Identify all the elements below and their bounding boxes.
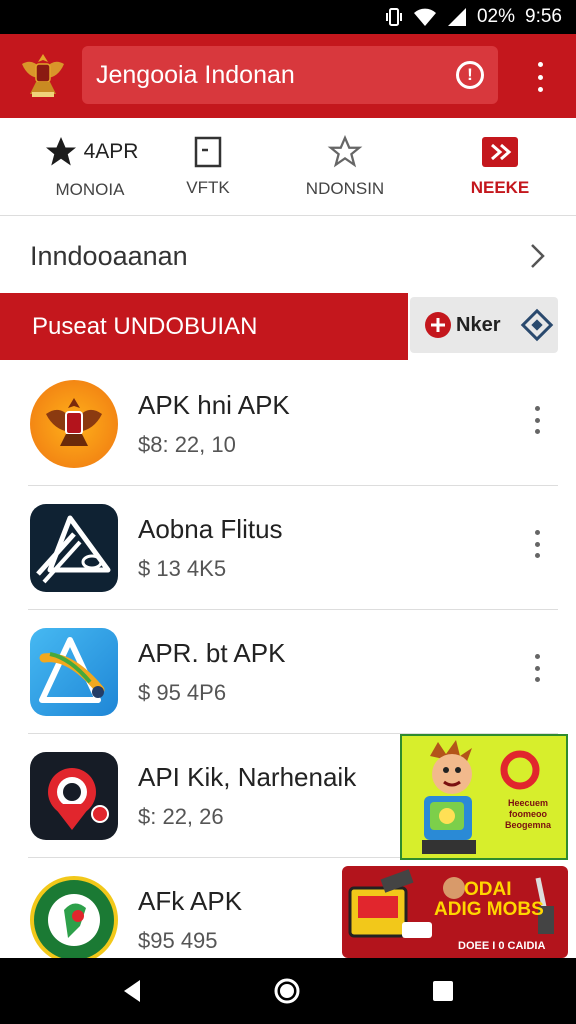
tab-extra-label: 4APR (83, 140, 139, 163)
app-bar: Jengooia Indonan ! (0, 34, 576, 118)
chevron-right-icon (531, 244, 545, 268)
star-filled-icon (45, 137, 76, 166)
triangle-app-icon (30, 504, 118, 592)
tab-label: MONOIA (55, 180, 125, 199)
search-box[interactable]: Jengooia Indonan ! (82, 46, 498, 104)
tab-label: VFTK (186, 178, 230, 197)
location-pin-app-icon (30, 752, 118, 840)
ad-title-line: ODAI (464, 879, 512, 900)
system-nav-bar (0, 958, 576, 1024)
more-vert-icon[interactable] (532, 530, 542, 558)
compass-app-icon (30, 628, 118, 716)
home-icon[interactable] (272, 976, 302, 1006)
ad-banner-mods[interactable]: ODAI ADIG MOBS DOEE I 0 CAIDIA (342, 866, 568, 958)
plus-circle-icon (425, 312, 451, 338)
battery-percent: 02% (476, 6, 516, 27)
app-price: $95 495 (138, 928, 218, 953)
list-item[interactable]: APK hni APK $8: 22, 10 (0, 362, 576, 486)
tab-neeke[interactable]: NEEKE (440, 118, 560, 216)
tab-ndonsin[interactable]: NDONSIN (286, 118, 404, 216)
bookmark-box-icon (194, 136, 222, 168)
status-bar: 02% 9:56 (0, 0, 576, 34)
app-title: APR. bt APK (138, 638, 286, 668)
emblem-logo[interactable] (18, 48, 68, 100)
app-price: $ 13 4K5 (138, 556, 227, 581)
search-text: Jengooia Indonan (96, 60, 295, 89)
clock: 9:56 (525, 6, 562, 27)
app-price: $8: 22, 10 (138, 432, 236, 457)
more-vert-icon[interactable] (532, 406, 542, 434)
star-outline-icon (327, 135, 363, 168)
more-vert-icon[interactable] (532, 654, 542, 682)
vibrate-icon (385, 7, 403, 27)
section-banner: Puseat UNDOBUIAN (0, 293, 408, 360)
wifi-icon (413, 7, 437, 27)
ad-text: Heecuem foomeoo Beogemna (504, 798, 551, 830)
app-title: APK hni APK (138, 390, 290, 420)
tab-vftk[interactable]: VFTK (150, 118, 266, 216)
ad-footer: DOEE I 0 CAIDIA (458, 940, 546, 952)
banner-side-button[interactable]: Nker (410, 297, 558, 353)
app-title: API Kik, Narhenaik (138, 762, 357, 792)
list-item[interactable]: APR. bt APK $ 95 4P6 (0, 610, 576, 734)
back-icon[interactable] (118, 976, 148, 1006)
tab-label: NEEKE (470, 178, 530, 197)
app-title: AFk APK (138, 886, 243, 916)
garuda-app-icon (30, 380, 118, 468)
more-vert-icon[interactable] (530, 62, 550, 92)
map-app-icon (30, 876, 118, 964)
recents-icon[interactable] (428, 976, 458, 1006)
info-icon[interactable]: ! (456, 61, 484, 89)
signal-icon (447, 7, 467, 27)
tab-bar: 4APR MONOIA VFTK NDONSIN NEEKE (0, 118, 576, 331)
cartoon-character-illustration (422, 740, 540, 854)
play-box-icon (482, 137, 518, 167)
app-price: $ 95 4P6 (138, 680, 227, 705)
ad-title: ODAI ADIG MOBS (434, 880, 544, 920)
app-price: $: 22, 26 (138, 804, 224, 829)
banner-title: Puseat UNDOBUIAN (32, 312, 258, 340)
tab-label: NDONSIN (305, 179, 385, 198)
app-title: Aobna Flitus (138, 514, 283, 544)
category-title: Inndooaanan (30, 240, 188, 271)
list-item[interactable]: Aobna Flitus $ 13 4K5 (0, 486, 576, 610)
ad-banner-cartoon[interactable]: Heecuem foomeoo Beogemna (400, 734, 568, 860)
ad-title-line: ADIG MOBS (434, 899, 544, 920)
diamond-icon (521, 308, 554, 342)
screen: 02% 9:56 Jengooia Indonan ! 4APR MONOIA … (0, 0, 576, 1024)
tab-monoia[interactable]: 4APR MONOIA (20, 118, 160, 216)
banner-side-label: Nker (456, 313, 501, 336)
category-row[interactable]: Inndooaanan (0, 218, 576, 294)
